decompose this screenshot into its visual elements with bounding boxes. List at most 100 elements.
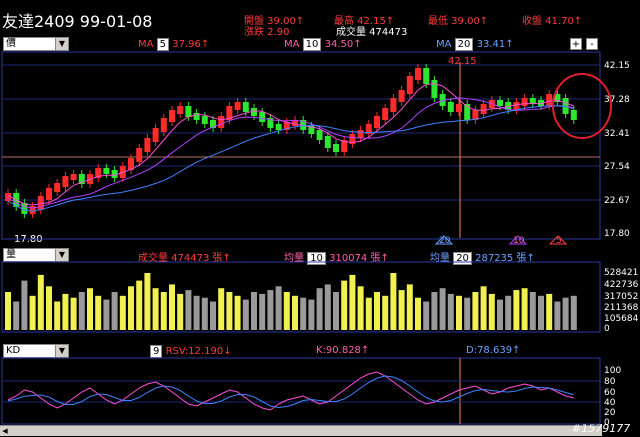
volume-bar <box>226 292 233 330</box>
candle-body <box>480 104 487 114</box>
marker-20-label: 20 <box>439 236 451 246</box>
volume-bar <box>308 299 315 330</box>
volume-bar <box>341 280 348 330</box>
candle-body <box>382 108 389 120</box>
volume-bar <box>37 274 44 330</box>
volume-bar <box>70 297 77 330</box>
candle-body <box>415 68 421 80</box>
volume-bar <box>62 293 69 330</box>
chart-canvas <box>1 51 612 425</box>
volume-bar <box>538 295 544 330</box>
candle-body <box>242 102 249 112</box>
volume-bar <box>562 297 569 330</box>
ma20-line <box>7 105 574 212</box>
volume-bar <box>111 292 118 330</box>
candlesticks <box>5 64 577 218</box>
candle-body <box>152 128 159 142</box>
candle-body <box>259 112 266 122</box>
candle-body <box>54 183 61 192</box>
volume-bar <box>177 293 184 330</box>
volume-bar <box>29 295 36 330</box>
volume-bar <box>119 295 126 330</box>
volume-bar <box>398 290 405 330</box>
volume-bar <box>529 292 536 330</box>
candle-body <box>70 174 77 180</box>
volume-bar <box>193 295 200 330</box>
marker-5-label: 5 <box>556 236 562 246</box>
candle-body <box>251 108 257 116</box>
volume-bar <box>431 292 438 330</box>
volume-bar <box>283 292 290 330</box>
ma10-line <box>7 97 574 209</box>
volume-bar <box>316 288 323 330</box>
volume-bar <box>103 299 110 330</box>
candle-body <box>406 76 413 94</box>
volume-bar <box>554 301 561 330</box>
candle-body <box>177 106 184 114</box>
volume-bar <box>439 288 446 330</box>
candle-body <box>316 130 323 140</box>
volume-bar <box>13 301 20 330</box>
volume-bar <box>54 301 61 330</box>
volume-bar <box>456 295 462 330</box>
volume-bar <box>259 293 266 330</box>
volume-bar <box>234 295 241 330</box>
volume-bar <box>136 280 143 330</box>
marker-10-label: 10 <box>513 236 525 246</box>
period-markers <box>434 235 568 245</box>
volume-bar <box>201 297 208 330</box>
volume-bar <box>275 286 282 330</box>
volume-bar <box>128 286 134 330</box>
volume-bar <box>169 284 175 330</box>
volume-bar <box>423 301 430 330</box>
volume-bar <box>497 299 503 330</box>
volume-bar <box>267 290 274 330</box>
volume-bar <box>5 292 11 330</box>
volume-bar <box>374 292 380 330</box>
volume-bar <box>87 288 93 330</box>
volume-bar <box>382 295 389 330</box>
volume-bar <box>152 288 159 330</box>
k-line <box>7 371 574 411</box>
volume-bar <box>390 273 397 330</box>
volume-bar <box>406 284 413 330</box>
candle-body <box>62 176 69 187</box>
volume-bar <box>464 297 471 330</box>
volume-bar <box>251 292 257 330</box>
candle-body <box>169 110 175 122</box>
volume-bar <box>185 290 192 330</box>
volume-bar <box>472 292 479 330</box>
moving-average-lines <box>7 83 574 212</box>
candle-body <box>333 144 339 152</box>
candle-body <box>218 116 225 128</box>
candle-body <box>513 102 520 110</box>
volume-bar <box>21 280 28 330</box>
candle-body <box>398 90 405 102</box>
candle-body <box>447 102 454 112</box>
volume-bar <box>546 293 553 330</box>
volume-bar <box>488 293 495 330</box>
volume-bar <box>95 295 102 330</box>
candle-body <box>103 168 110 174</box>
candle-body <box>390 98 397 112</box>
volume-bar <box>218 288 225 330</box>
candle-body <box>234 102 241 110</box>
volume-bar <box>210 301 216 330</box>
volume-bar <box>46 286 52 330</box>
candle-body <box>185 106 192 117</box>
volume-bar <box>333 292 339 330</box>
volume-bar <box>415 297 421 330</box>
volume-bar <box>447 293 454 330</box>
candle-body <box>357 130 364 138</box>
volume-bar <box>365 297 372 330</box>
volume-bar <box>521 288 528 330</box>
price-panel-frame <box>1 51 601 240</box>
candle-body <box>136 148 143 162</box>
candle-body <box>201 116 208 124</box>
volume-bar <box>349 274 356 330</box>
candle-body <box>46 188 52 200</box>
volume-bar <box>570 295 577 330</box>
volume-bar <box>505 295 512 330</box>
volume-bar <box>300 297 307 330</box>
candle-body <box>193 113 200 120</box>
